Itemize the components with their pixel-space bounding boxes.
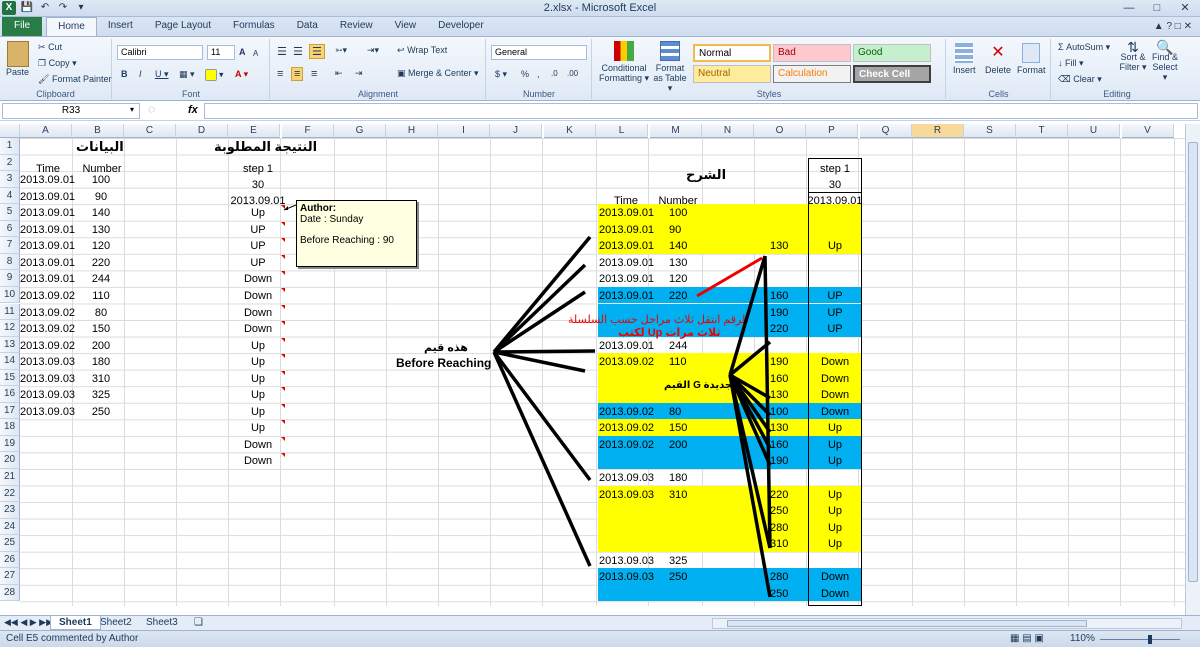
sheet-tab-sheet2[interactable]: Sheet2 xyxy=(92,616,140,630)
horizontal-scrollbar[interactable] xyxy=(712,618,1182,629)
horizontal-scroll-thumb[interactable] xyxy=(727,620,1087,627)
insert-sheet-icon[interactable]: ❏ xyxy=(186,616,211,630)
zoom-slider-thumb[interactable] xyxy=(1148,635,1152,644)
view-buttons-icon[interactable]: ▦ ▤ ▣ xyxy=(1010,633,1044,644)
vertical-scroll-thumb[interactable] xyxy=(1188,142,1198,582)
status-text: Cell E5 commented by Author xyxy=(6,633,139,644)
status-bar: Cell E5 commented by Author ▦ ▤ ▣ 110% xyxy=(0,630,1200,647)
sheet-nav-icon[interactable]: ◀◀ ◀ ▶ ▶▶ xyxy=(4,617,53,628)
sheet-tab-bar: ◀◀ ◀ ▶ ▶▶ Sheet1 Sheet2 Sheet3 ❏ xyxy=(0,615,1200,630)
vertical-scrollbar[interactable] xyxy=(1185,124,1200,615)
annotation-lines xyxy=(492,235,772,598)
zoom-slider[interactable] xyxy=(1100,639,1180,640)
sheet-tab-sheet3[interactable]: Sheet3 xyxy=(138,616,186,630)
zoom-level[interactable]: 110% xyxy=(1070,633,1095,644)
